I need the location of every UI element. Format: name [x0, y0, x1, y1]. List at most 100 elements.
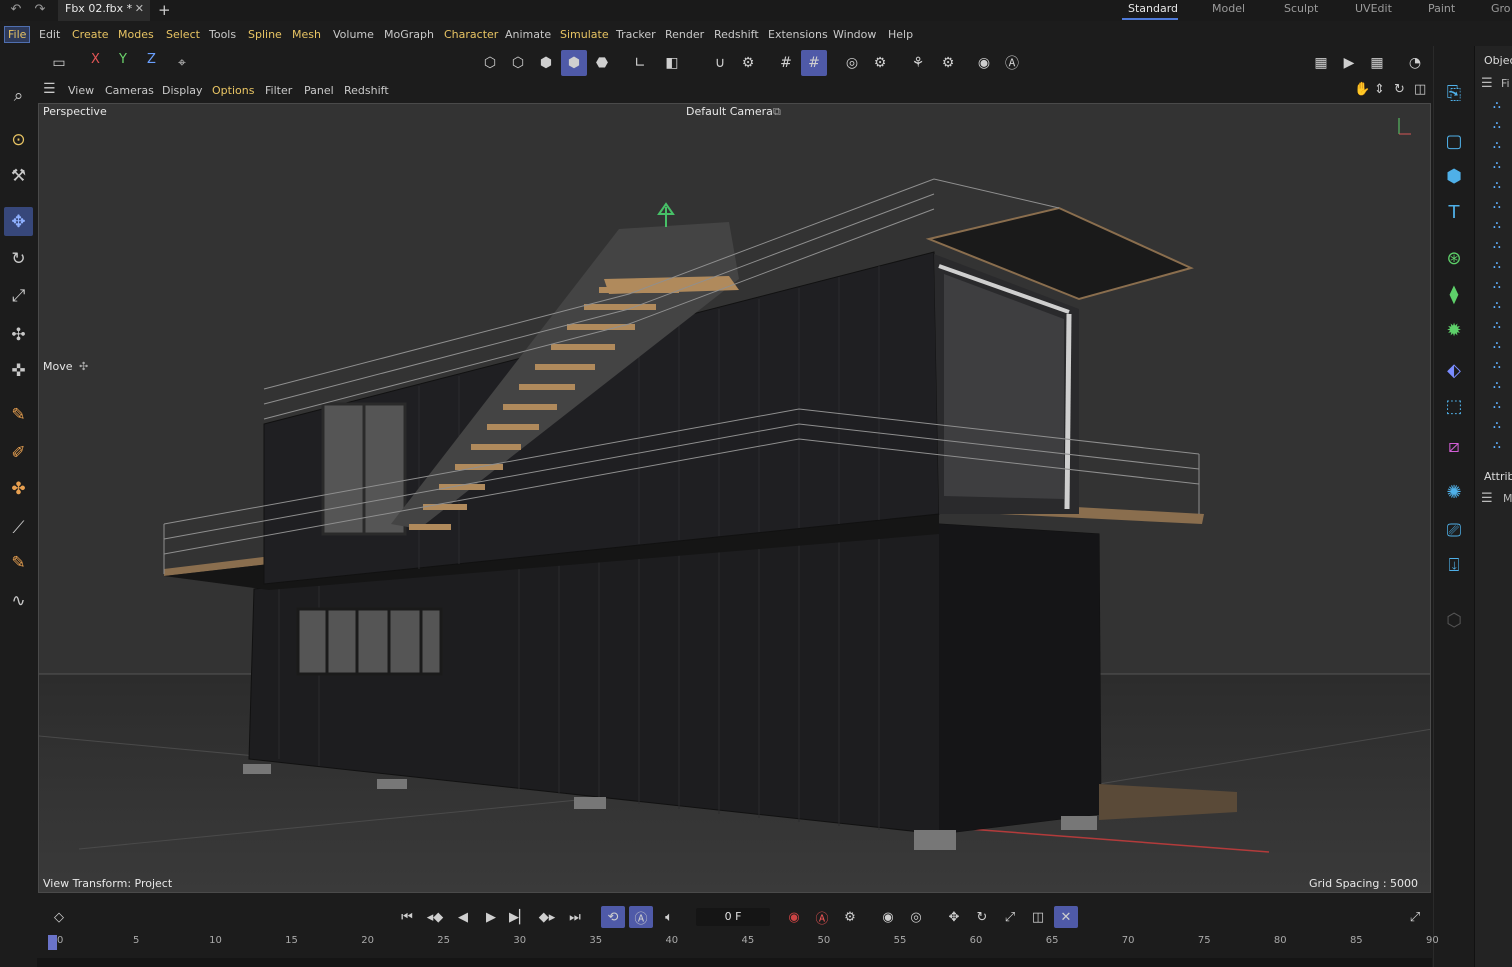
z-axis-lock[interactable]: Z: [147, 52, 156, 67]
texture-mode-icon[interactable]: ◧: [659, 50, 685, 76]
spline-rectangle-icon[interactable]: ▢: [1440, 127, 1468, 155]
timeline-scrollbar[interactable]: [37, 958, 1432, 967]
layout-tab-uvedit[interactable]: UVEdit: [1355, 2, 1392, 15]
tweak-icon[interactable]: ⚒: [4, 161, 33, 190]
menu-mograph[interactable]: MoGraph: [384, 28, 434, 41]
loop-icon[interactable]: ⟲: [601, 906, 625, 928]
magnet-icon[interactable]: ∪: [707, 50, 733, 76]
vp-menu-cameras[interactable]: Cameras: [105, 84, 154, 97]
dolly-view-icon[interactable]: ⇕: [1374, 82, 1385, 97]
attributes-title[interactable]: Attrib: [1484, 470, 1512, 483]
layout-tab-paint[interactable]: Paint: [1428, 2, 1455, 15]
object-row-icon[interactable]: ⛬: [1493, 178, 1512, 196]
vp-menu-display[interactable]: Display: [162, 84, 203, 97]
object-menu-icon[interactable]: ☰: [1481, 76, 1493, 91]
menu-modes[interactable]: Modes: [118, 28, 154, 41]
next-key-icon[interactable]: ◆▸: [535, 906, 559, 928]
snap-settings-icon[interactable]: ⚙: [735, 50, 761, 76]
brush-icon[interactable]: ⟋: [4, 513, 33, 542]
viewport-solo-icon[interactable]: ◉: [971, 50, 997, 76]
key-rotation-icon[interactable]: ↻: [970, 906, 994, 928]
render-to-picture-viewer-icon[interactable]: ▦: [1364, 50, 1390, 76]
vp-menu-redshift[interactable]: Redshift: [344, 84, 389, 97]
vp-menu-view[interactable]: View: [68, 84, 94, 97]
viewport[interactable]: Perspective Default Camera ⧉ Move ✣ View…: [38, 103, 1431, 893]
cube-icon[interactable]: ⬢: [1440, 162, 1468, 190]
attributes-menu-icon[interactable]: ☰: [1481, 491, 1493, 506]
key-parameter-icon[interactable]: ◫: [1026, 906, 1050, 928]
uv-mode-icon[interactable]: ⬣: [589, 50, 615, 76]
playback-rate-icon[interactable]: Ⓐ: [629, 906, 653, 928]
go-to-end-icon[interactable]: ⏭: [563, 906, 587, 928]
layout-tab-sculpt[interactable]: Sculpt: [1284, 2, 1318, 15]
object-row-icon[interactable]: ⛬: [1493, 218, 1512, 236]
cloner-icon[interactable]: ⧫: [1440, 280, 1468, 308]
attributes-mode-label[interactable]: M: [1503, 492, 1512, 505]
key-scale-icon[interactable]: ⤢: [998, 906, 1022, 928]
object-row-icon[interactable]: ⛬: [1493, 318, 1512, 336]
previous-frame-icon[interactable]: ◀: [451, 906, 475, 928]
spline-pen-icon[interactable]: ✎: [4, 400, 33, 429]
sculpt-icon[interactable]: ∿: [4, 586, 33, 615]
menu-create[interactable]: Create: [72, 28, 109, 41]
axis-mode-icon[interactable]: ∟: [627, 50, 653, 76]
edges-mode-icon[interactable]: ⬡: [505, 50, 531, 76]
object-row-icon[interactable]: ⛬: [1493, 298, 1512, 316]
vp-menu-options[interactable]: Options: [212, 84, 254, 97]
object-row-icon[interactable]: ⛬: [1493, 418, 1512, 436]
live-selection-icon[interactable]: ⊙: [4, 125, 33, 154]
object-row-icon[interactable]: ⛬: [1493, 258, 1512, 276]
render-settings-icon[interactable]: ⚙: [867, 50, 893, 76]
effector-icon[interactable]: ✹: [1440, 316, 1468, 344]
menu-character[interactable]: Character: [444, 28, 498, 41]
move-tool-icon[interactable]: ✥: [4, 207, 33, 236]
symmetry-settings-icon[interactable]: ⚙: [935, 50, 961, 76]
spline-boolean-icon[interactable]: ✤: [4, 474, 33, 503]
scale-tool-icon[interactable]: ⤢: [4, 281, 33, 310]
object-row-icon[interactable]: ⛬: [1493, 378, 1512, 396]
polygons-mode-icon[interactable]: ⬢: [533, 50, 559, 76]
points-mode-icon[interactable]: ⬡: [477, 50, 503, 76]
menu-edit[interactable]: Edit: [39, 28, 60, 41]
deformer-icon[interactable]: ⬖: [1440, 356, 1468, 384]
key-position-icon[interactable]: ✥: [942, 906, 966, 928]
object-row-icon[interactable]: ⛬: [1493, 338, 1512, 356]
play-icon[interactable]: ▶: [479, 906, 503, 928]
menu-file[interactable]: File: [4, 26, 31, 43]
render-view-icon[interactable]: ◎: [839, 50, 865, 76]
pan-view-icon[interactable]: ✋: [1354, 82, 1370, 97]
transform-tool-icon[interactable]: ✣: [4, 320, 33, 349]
menu-mesh[interactable]: Mesh: [292, 28, 321, 41]
menu-window[interactable]: Window: [833, 28, 876, 41]
orbit-view-icon[interactable]: ↻: [1394, 82, 1405, 97]
field-icon[interactable]: ⬚: [1440, 392, 1468, 420]
next-frame-icon[interactable]: ▶▏: [507, 906, 531, 928]
layout-tab-model[interactable]: Model: [1212, 2, 1245, 15]
menu-animate[interactable]: Animate: [505, 28, 551, 41]
previous-key-icon[interactable]: ◂◆: [423, 906, 447, 928]
layout-tab-standard[interactable]: Standard: [1128, 2, 1178, 15]
object-row-icon[interactable]: ⛬: [1493, 438, 1512, 456]
undo-icon[interactable]: ↶: [8, 3, 24, 17]
menu-help[interactable]: Help: [888, 28, 913, 41]
render-active-view-icon[interactable]: ▶: [1336, 50, 1362, 76]
hamburger-icon[interactable]: ☰: [43, 81, 56, 97]
null-object-icon[interactable]: ▭: [46, 50, 72, 76]
camera-link-icon[interactable]: ⧉: [773, 105, 781, 119]
camera-icon[interactable]: ⎚: [1440, 516, 1468, 544]
document-tab[interactable]: Fbx 02.fbx * ✕: [58, 0, 150, 21]
key-pla-icon[interactable]: ✕: [1054, 906, 1078, 928]
object-row-icon[interactable]: ⛬: [1493, 138, 1512, 156]
add-tab-icon[interactable]: +: [158, 1, 171, 19]
model-mode-icon[interactable]: ⬢: [561, 50, 587, 76]
close-tab-icon[interactable]: ✕: [135, 2, 144, 15]
menu-redshift[interactable]: Redshift: [714, 28, 759, 41]
autokey-icon[interactable]: Ⓐ: [810, 906, 834, 928]
object-row-icon[interactable]: ⛬: [1493, 238, 1512, 256]
object-row-icon[interactable]: ⛬: [1493, 278, 1512, 296]
placement-tool-icon[interactable]: ✜: [4, 356, 33, 385]
menu-render[interactable]: Render: [665, 28, 704, 41]
object-row-icon[interactable]: ⛬: [1493, 358, 1512, 376]
workplane-snap-icon[interactable]: #: [801, 50, 827, 76]
symmetry-icon[interactable]: ⚘: [905, 50, 931, 76]
